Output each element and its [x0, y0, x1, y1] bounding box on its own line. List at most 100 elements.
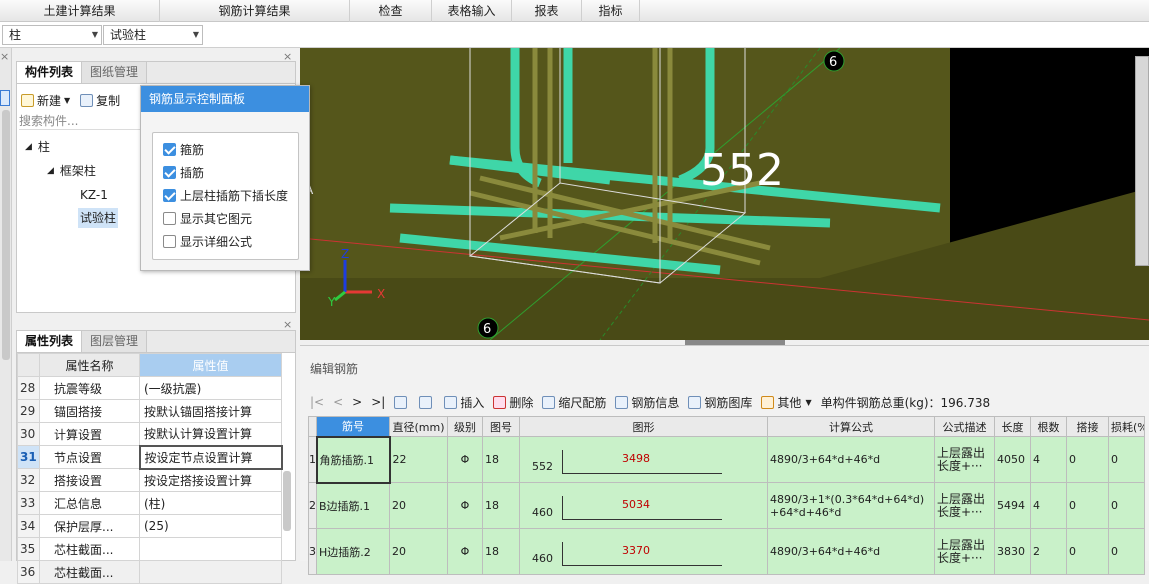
loss-cell[interactable]: 0	[1108, 482, 1145, 529]
tab-drawing-management[interactable]: 图纸管理	[82, 62, 148, 83]
lap-cell[interactable]: 0	[1066, 436, 1109, 483]
tab-table-input[interactable]: 表格输入	[432, 0, 512, 22]
close-icon[interactable]: ×	[283, 318, 292, 331]
tab-civil-results[interactable]: 土建计算结果	[0, 0, 160, 22]
close-icon[interactable]: ×	[0, 50, 9, 63]
tab-reports[interactable]: 报表	[512, 0, 582, 22]
property-value[interactable]: 按设定节点设置计算	[138, 444, 283, 470]
property-value[interactable]: 按默认计算设置计算	[139, 422, 282, 446]
new-button[interactable]: 新建	[37, 92, 61, 109]
property-value[interactable]	[139, 537, 282, 561]
tab-indicators[interactable]: 指标	[582, 0, 640, 22]
tab-check[interactable]: 检查	[350, 0, 432, 22]
rebar-name-cell[interactable]: B边插筋.1	[316, 482, 390, 529]
property-scrollbar[interactable]	[283, 471, 291, 531]
component-search-input[interactable]: 搜索构件...	[19, 112, 141, 130]
nav-next-button[interactable]: >	[352, 395, 362, 409]
lap-cell[interactable]: 0	[1066, 482, 1109, 529]
property-value[interactable]	[139, 560, 282, 584]
grade-cell[interactable]: Φ	[447, 436, 483, 483]
property-row[interactable]: 33 汇总信息 (柱)	[17, 491, 282, 515]
shape-cell[interactable]: 460 5034	[519, 482, 768, 529]
count-cell[interactable]: 4	[1030, 436, 1067, 483]
category-select[interactable]: 柱 ▼	[2, 25, 102, 45]
view-toolbar-strip[interactable]	[1135, 56, 1149, 266]
grade-cell[interactable]: Φ	[447, 482, 483, 529]
other-button[interactable]: 其他 ▼	[761, 394, 812, 411]
tree-node-root[interactable]: ◢ 柱	[25, 138, 50, 155]
insert-button[interactable]: 插入	[444, 394, 484, 411]
option-dowel[interactable]: 插筋	[163, 163, 204, 181]
property-row[interactable]: 35 芯柱截面...	[17, 537, 282, 561]
length-cell[interactable]: 5494	[994, 482, 1031, 529]
diameter-cell[interactable]: 20	[389, 528, 448, 575]
chevron-down-icon[interactable]: ▼	[64, 96, 70, 105]
move-up-button[interactable]	[394, 395, 410, 409]
option-show-other[interactable]: 显示其它图元	[163, 209, 252, 227]
fig-no-cell[interactable]: 18	[482, 482, 520, 529]
scale-rebar-button[interactable]: 缩尺配筋	[542, 394, 606, 411]
component-select[interactable]: 试验柱 ▼	[103, 25, 203, 45]
property-value[interactable]: (25)	[139, 514, 282, 538]
grade-cell[interactable]: Φ	[447, 528, 483, 575]
tree-item-kz1[interactable]: KZ-1	[80, 186, 108, 204]
diameter-cell[interactable]: 22	[389, 436, 448, 483]
3d-view[interactable]: 6 6 552 X Z Y A	[300, 48, 1149, 340]
property-value[interactable]: (柱)	[139, 491, 282, 515]
property-row[interactable]: 31 节点设置 按设定节点设置计算	[17, 444, 283, 470]
property-value[interactable]: 按默认锚固搭接计算	[139, 399, 282, 423]
length-cell[interactable]: 3830	[994, 528, 1031, 575]
property-row[interactable]: 28 抗震等级 (一级抗震)	[17, 376, 282, 400]
checkbox-checked-icon[interactable]	[163, 165, 176, 179]
tab-rebar-results[interactable]: 钢筋计算结果	[160, 0, 350, 22]
tab-property-list[interactable]: 属性列表	[17, 331, 83, 352]
rebar-library-button[interactable]: 钢筋图库	[688, 394, 752, 411]
formula-cell[interactable]: 4890/3+1*(0.3*64*d+64*d) +64*d+46*d	[767, 482, 935, 529]
nav-first-button[interactable]: |<	[310, 395, 324, 409]
checkbox-checked-icon[interactable]	[163, 142, 176, 156]
tree-item-test-column[interactable]: 试验柱	[78, 208, 119, 228]
formula-cell[interactable]: 4890/3+64*d+46*d	[767, 436, 935, 483]
rebar-name-cell[interactable]: 角筋插筋.1	[315, 435, 391, 484]
count-cell[interactable]: 4	[1030, 482, 1067, 529]
dock-icon[interactable]	[0, 90, 10, 106]
delete-button[interactable]: 删除	[493, 394, 533, 411]
shape-cell[interactable]: 460 3370	[519, 528, 768, 575]
close-icon[interactable]: ×	[283, 50, 292, 63]
property-row[interactable]: 29 锚固搭接 按默认锚固搭接计算	[17, 399, 282, 423]
option-stirrup[interactable]: 箍筋	[163, 140, 204, 158]
shape-cell[interactable]: 552 3498	[519, 436, 768, 483]
rebar-name-cell[interactable]: H边插筋.2	[316, 528, 390, 575]
lap-cell[interactable]: 0	[1066, 528, 1109, 575]
tree-node-group[interactable]: ◢ 框架柱	[47, 162, 96, 179]
option-upper-dowel-length[interactable]: 上层柱插筋下插长度	[163, 186, 288, 204]
nav-prev-button[interactable]: <	[333, 395, 343, 409]
description-cell[interactable]: 上层露出长度+···	[934, 436, 995, 483]
move-down-button[interactable]	[419, 395, 435, 409]
tab-layer-management[interactable]: 图层管理	[82, 331, 148, 352]
tab-component-list[interactable]: 构件列表	[17, 62, 83, 83]
formula-cell[interactable]: 4890/3+64*d+46*d	[767, 528, 935, 575]
property-row[interactable]: 36 芯柱截面...	[17, 560, 282, 584]
property-row[interactable]: 32 搭接设置 按设定搭接设置计算	[17, 468, 282, 492]
copy-button[interactable]: 复制	[96, 92, 120, 109]
checkbox-unchecked-icon[interactable]	[163, 234, 176, 248]
checkbox-unchecked-icon[interactable]	[163, 211, 176, 225]
length-cell[interactable]: 4050	[994, 436, 1031, 483]
diameter-cell[interactable]: 20	[389, 482, 448, 529]
description-cell[interactable]: 上层露出长度+···	[934, 528, 995, 575]
property-row[interactable]: 34 保护层厚... (25)	[17, 514, 282, 538]
fig-no-cell[interactable]: 18	[482, 528, 520, 575]
left-scrollbar[interactable]	[2, 110, 10, 360]
rebar-row[interactable]: 1 角筋插筋.1 22 Φ 18 552 3498 4890/3+64*d+46…	[308, 435, 1145, 484]
property-row[interactable]: 30 计算设置 按默认计算设置计算	[17, 422, 282, 446]
loss-cell[interactable]: 0	[1108, 436, 1145, 483]
property-value[interactable]: (一级抗震)	[139, 376, 282, 400]
option-show-formula[interactable]: 显示详细公式	[163, 232, 252, 250]
nav-last-button[interactable]: >|	[371, 395, 385, 409]
checkbox-checked-icon[interactable]	[163, 188, 176, 202]
property-value[interactable]: 按设定搭接设置计算	[139, 468, 282, 492]
tree-expand-icon[interactable]: ◢	[47, 166, 54, 176]
loss-cell[interactable]: 0	[1108, 528, 1145, 575]
fig-no-cell[interactable]: 18	[482, 436, 520, 483]
